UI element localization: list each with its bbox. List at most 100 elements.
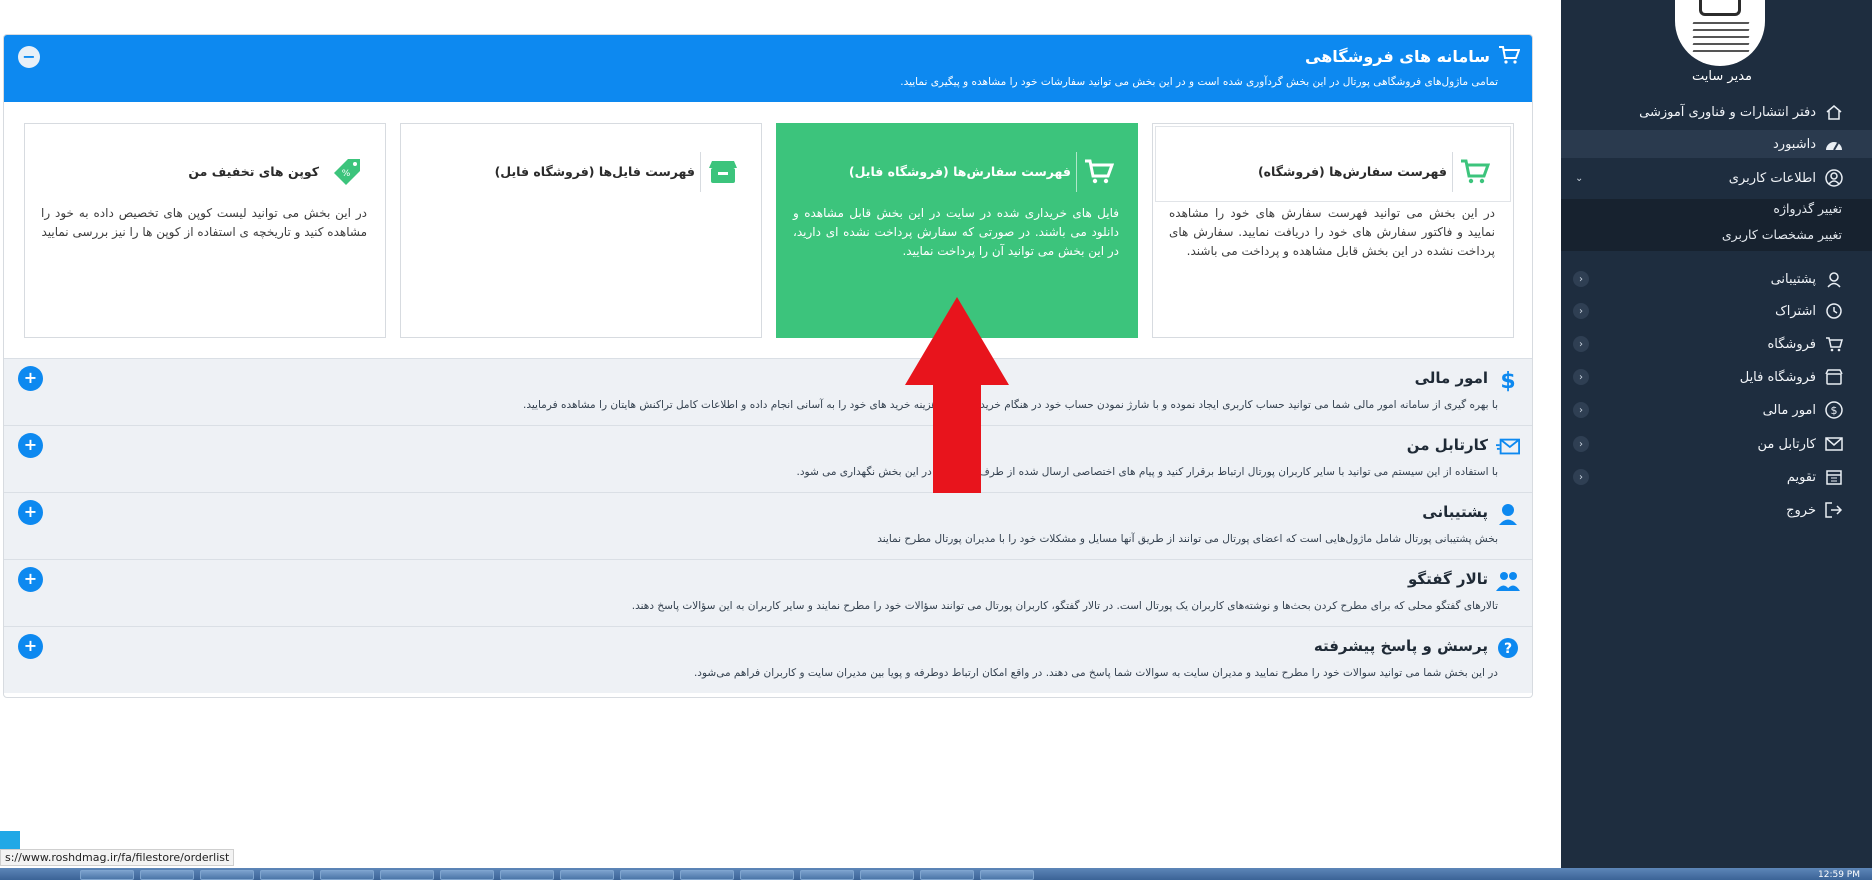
- sidebar-item-label: فروشگاه: [1767, 336, 1816, 352]
- card-discount-coupons[interactable]: % کوپن های تخفیف من در این بخش می توانید…: [24, 123, 386, 338]
- svg-text:$: $: [1500, 369, 1515, 392]
- sidebar-item-user-info[interactable]: اطلاعات کاربری ⌄: [1561, 164, 1872, 192]
- taskbar-item[interactable]: [80, 870, 134, 880]
- taskbar-app-icon[interactable]: [0, 831, 20, 849]
- taskbar-item[interactable]: [380, 870, 434, 880]
- section-description: تالارهای گفتگو محلی که برای مطرح کردن بح…: [631, 600, 1498, 612]
- users-icon: [1496, 569, 1520, 593]
- taskbar-item[interactable]: [140, 870, 194, 880]
- section-description: با استفاده از این سیستم می توانید با سای…: [796, 466, 1499, 478]
- sidebar-item-label: فروشگاه فایل: [1739, 369, 1816, 385]
- section-my-inbox: کارتابل من با استفاده از این سیستم می تو…: [4, 425, 1532, 492]
- taskbar-item[interactable]: [440, 870, 494, 880]
- expand-button[interactable]: +: [18, 500, 43, 525]
- section-advanced-qa: ? پرسش و پاسخ پیشرفته در این بخش شما می …: [4, 626, 1532, 693]
- expand-button[interactable]: +: [18, 567, 43, 592]
- panel-title: سامانه های فروشگاهی: [1305, 47, 1490, 66]
- chevron-left-icon[interactable]: ‹: [1573, 369, 1589, 385]
- taskbar-item[interactable]: [800, 870, 854, 880]
- support-icon: [1824, 269, 1844, 289]
- sidebar-item-my-inbox[interactable]: کارتابل من ‹: [1561, 430, 1872, 458]
- sidebar-subitem-edit-profile[interactable]: تغییر مشخصات کاربری: [1722, 227, 1842, 242]
- section-title: پشتیبانی: [1422, 503, 1488, 521]
- sidebar-item-label: دفتر انتشارات و فناوری آموزشی: [1639, 104, 1816, 120]
- sidebar-item-calendar[interactable]: تقویم ‹: [1561, 463, 1872, 491]
- cart-icon: [1081, 154, 1117, 190]
- user-icon: [1824, 168, 1844, 188]
- svg-text:?: ?: [1504, 641, 1512, 657]
- store-systems-panel: سامانه های فروشگاهی تمامی ماژول‌های فروش…: [3, 34, 1533, 698]
- taskbar-item[interactable]: [200, 870, 254, 880]
- sidebar-item-label: تقویم: [1786, 469, 1816, 485]
- card-orders-shop[interactable]: فهرست سفارش‌ها (فروشگاه) در این بخش می ت…: [1152, 123, 1514, 338]
- taskbar-item[interactable]: [680, 870, 734, 880]
- dashboard-icon: [1824, 134, 1844, 154]
- section-title: امور مالی: [1414, 369, 1488, 387]
- home-icon: [1824, 102, 1844, 122]
- chevron-left-icon[interactable]: ‹: [1573, 469, 1589, 485]
- card-title: فهرست فایل‌ها (فروشگاه فایل): [494, 164, 695, 179]
- section-title: تالار گفتگو: [1407, 570, 1488, 588]
- expand-button[interactable]: +: [18, 433, 43, 458]
- sidebar-item-publications[interactable]: دفتر انتشارات و فناوری آموزشی: [1561, 98, 1872, 126]
- panel-header: سامانه های فروشگاهی تمامی ماژول‌های فروش…: [4, 35, 1532, 102]
- sidebar: مدیر سایت دفتر انتشارات و فناوری آموزشی …: [1561, 0, 1872, 868]
- section-finance: $ امور مالی با بهره گیری از سامانه امور …: [4, 358, 1532, 425]
- taskbar-clock: 12:59 PM: [1818, 870, 1860, 880]
- sidebar-item-label: امور مالی: [1762, 402, 1816, 418]
- expand-button[interactable]: +: [18, 634, 43, 659]
- card-title: کوپن های تخفیف من: [188, 164, 319, 179]
- chevron-left-icon[interactable]: ‹: [1573, 402, 1589, 418]
- chevron-down-icon[interactable]: ⌄: [1575, 173, 1583, 184]
- expand-button[interactable]: +: [18, 366, 43, 391]
- svg-text:$: $: [1831, 404, 1838, 417]
- card-body: در این بخش می توانید فهرست سفارش های خود…: [1169, 206, 1495, 258]
- sidebar-item-label: داشبورد: [1773, 136, 1816, 152]
- inbox-icon: [1824, 434, 1844, 454]
- card-title: فهرست سفارش‌ها (فروشگاه): [1257, 164, 1447, 179]
- chevron-left-icon[interactable]: ‹: [1573, 303, 1589, 319]
- sidebar-item-label: خروج: [1786, 502, 1816, 518]
- collapse-button[interactable]: −: [18, 46, 40, 68]
- question-icon: ?: [1496, 636, 1520, 660]
- dollar-icon: $: [1824, 400, 1844, 420]
- chevron-left-icon[interactable]: ‹: [1573, 436, 1589, 452]
- taskbar-item[interactable]: [740, 870, 794, 880]
- taskbar-item[interactable]: [980, 870, 1034, 880]
- section-description: در این بخش شما می توانید سوالات خود را م…: [693, 667, 1498, 679]
- taskbar-item[interactable]: [920, 870, 974, 880]
- sidebar-item-label: کارتابل من: [1757, 436, 1816, 452]
- calendar-icon: [1824, 467, 1844, 487]
- sidebar-item-dashboard[interactable]: داشبورد: [1561, 130, 1872, 158]
- sidebar-item-file-shop[interactable]: فروشگاه فایل ‹: [1561, 363, 1872, 391]
- user-info-submenu: تغییر گذرواژه تغییر مشخصات کاربری: [1561, 199, 1872, 251]
- organization-logo: [1675, 0, 1765, 66]
- sidebar-item-shop[interactable]: فروشگاه ‹: [1561, 330, 1872, 358]
- taskbar-item[interactable]: [260, 870, 314, 880]
- taskbar-item[interactable]: [860, 870, 914, 880]
- section-description: بخش پشتیبانی پورتال شامل ماژول‌هایی است …: [877, 533, 1498, 545]
- section-support: پشتیبانی بخش پشتیبانی پورتال شامل ماژول‌…: [4, 492, 1532, 559]
- logout-icon: [1824, 500, 1844, 520]
- sidebar-item-label: اطلاعات کاربری: [1728, 170, 1816, 186]
- sidebar-item-support[interactable]: پشتیبانی ‹: [1561, 265, 1872, 293]
- sidebar-item-subscription[interactable]: اشتراک ‹: [1561, 297, 1872, 325]
- sidebar-item-finance[interactable]: $ امور مالی ‹: [1561, 396, 1872, 424]
- annotation-arrow-icon: [905, 297, 1009, 493]
- card-file-list[interactable]: فهرست فایل‌ها (فروشگاه فایل): [400, 123, 762, 338]
- file-store-icon: [1824, 367, 1844, 387]
- svg-text:%: %: [342, 169, 351, 179]
- cart-icon: [1457, 154, 1493, 190]
- sidebar-item-label: پشتیبانی: [1770, 271, 1816, 287]
- section-title: کارتابل من: [1406, 436, 1488, 454]
- subscription-icon: [1824, 301, 1844, 321]
- dollar-icon: $: [1496, 368, 1520, 392]
- taskbar-item[interactable]: [500, 870, 554, 880]
- taskbar-item[interactable]: [620, 870, 674, 880]
- sidebar-subitem-change-password[interactable]: تغییر گذرواژه: [1773, 201, 1842, 216]
- chevron-left-icon[interactable]: ‹: [1573, 336, 1589, 352]
- taskbar-item[interactable]: [320, 870, 374, 880]
- chevron-left-icon[interactable]: ‹: [1573, 271, 1589, 287]
- taskbar-item[interactable]: [560, 870, 614, 880]
- sidebar-item-logout[interactable]: خروج: [1561, 496, 1872, 524]
